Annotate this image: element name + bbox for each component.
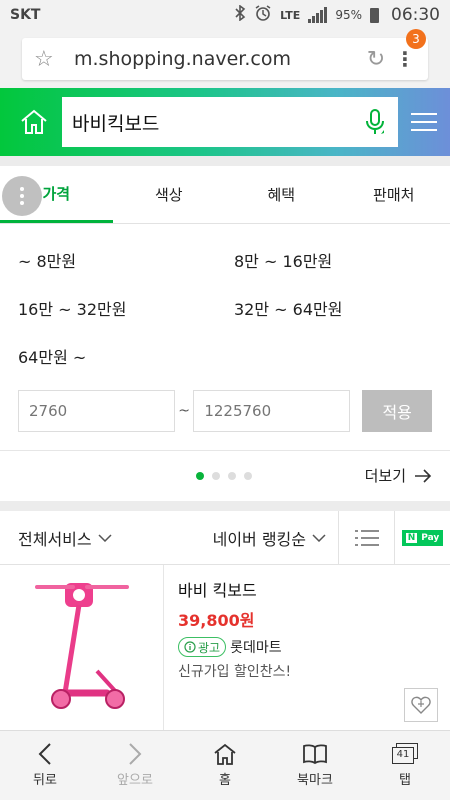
sort-bar: 전체서비스 네이버 랭킹순 N Pay xyxy=(0,510,450,565)
nav-bookmarks-label: 북마크 xyxy=(297,773,333,788)
reload-icon[interactable]: ↻ xyxy=(358,47,394,72)
product-name[interactable]: 바비 킥보드 xyxy=(178,577,436,601)
heart-plus-icon xyxy=(411,696,431,714)
home-icon xyxy=(214,743,236,765)
filter-tabs: 가격 색상 혜택 판매처 xyxy=(0,166,450,224)
carrier-name: SKT xyxy=(10,7,41,23)
price-option[interactable]: 64만원 ~ xyxy=(18,332,234,380)
ad-badge[interactable]: 광고 xyxy=(178,637,227,657)
search-input[interactable] xyxy=(72,111,362,133)
tab-benefit[interactable]: 혜택 xyxy=(225,166,338,223)
info-icon xyxy=(184,641,196,653)
max-price-input[interactable] xyxy=(193,390,351,432)
nav-forward-label: 앞으로 xyxy=(117,773,153,788)
more-label: 더보기 xyxy=(364,467,406,485)
npay-logo: N Pay xyxy=(401,529,444,546)
browser-toolbar: ☆ m.shopping.naver.com ↻ ⋮ 3 xyxy=(0,29,450,88)
min-price-input[interactable] xyxy=(18,390,175,432)
menu-hamburger-icon[interactable] xyxy=(406,113,442,131)
page-indicator xyxy=(196,472,252,480)
nav-tabs-label: 탭 xyxy=(399,773,411,788)
status-bar: SKT LTE 95% 06:30 xyxy=(0,0,450,30)
product-price: 39,800원 xyxy=(178,611,255,630)
tab-count: 41 xyxy=(392,747,414,764)
back-arrow-icon xyxy=(38,743,51,765)
microphone-icon[interactable] xyxy=(362,105,388,139)
tab-color[interactable]: 색상 xyxy=(113,166,226,223)
network-type: LTE xyxy=(280,8,301,22)
price-option[interactable]: 16만 ~ 32만원 xyxy=(18,284,234,332)
promo-text: 신규가입 할인찬스! xyxy=(178,664,292,680)
battery-percent: 95% xyxy=(335,8,362,22)
section-gap xyxy=(0,156,450,166)
search-header xyxy=(0,88,450,156)
price-filter: ~ 8만원 8만 ~ 16만원 16만 ~ 32만원 32만 ~ 64만원 64… xyxy=(0,224,450,432)
price-range: ~ 적용 xyxy=(18,390,432,432)
product-image[interactable] xyxy=(0,565,164,735)
notification-badge: 3 xyxy=(406,29,426,49)
bookmark-star-icon[interactable]: ☆ xyxy=(34,47,66,72)
battery-icon xyxy=(370,7,379,23)
address-bar[interactable]: ☆ m.shopping.naver.com ↻ ⋮ 3 xyxy=(22,29,428,80)
home-icon xyxy=(21,109,47,134)
arrow-right-icon xyxy=(415,468,432,483)
apply-button[interactable]: 적용 xyxy=(362,390,432,432)
service-filter-label: 전체서비스 xyxy=(18,529,92,549)
npay-filter-button[interactable]: N Pay xyxy=(394,510,450,565)
home-button[interactable] xyxy=(12,100,56,144)
chevron-down-icon xyxy=(312,533,326,542)
bookmark-book-icon xyxy=(303,744,327,765)
nav-back[interactable]: 뒤로 xyxy=(0,731,90,800)
range-separator: ~ xyxy=(178,403,191,419)
url-text[interactable]: m.shopping.naver.com xyxy=(66,48,358,70)
tabs-icon: 41 xyxy=(392,743,418,765)
search-box[interactable] xyxy=(62,97,398,147)
nav-tabs[interactable]: 41 탭 xyxy=(360,731,450,800)
ranking-label: 네이버 랭킹순 xyxy=(212,529,306,549)
section-gap xyxy=(0,501,450,511)
bottom-navigation: 뒤로 앞으로 홈 북마크 41 탭 xyxy=(0,730,450,800)
more-button[interactable]: 더보기 xyxy=(365,465,432,486)
clock: 06:30 xyxy=(391,5,440,25)
alarm-icon xyxy=(254,4,272,26)
nav-forward[interactable]: 앞으로 xyxy=(90,731,180,800)
service-filter-dropdown[interactable]: 전체서비스 xyxy=(0,526,190,550)
tab-seller[interactable]: 판매처 xyxy=(338,166,450,223)
more-row: 더보기 xyxy=(0,451,450,501)
bluetooth-icon xyxy=(234,4,246,25)
nav-bookmarks[interactable]: 북마크 xyxy=(270,731,360,800)
signal-icon xyxy=(308,7,328,23)
ad-label: 광고 xyxy=(198,640,221,655)
list-view-icon xyxy=(354,529,379,546)
nav-home[interactable]: 홈 xyxy=(180,731,270,800)
product-card[interactable]: 바비 킥보드 39,800원 광고 롯데마트 신규가입 할인찬스! xyxy=(0,565,450,735)
seller-name[interactable]: 롯데마트 xyxy=(230,637,282,657)
price-option[interactable]: 32만 ~ 64만원 xyxy=(234,284,434,332)
seller-row: 광고 롯데마트 xyxy=(178,637,436,657)
chevron-down-icon xyxy=(98,533,112,542)
nav-home-label: 홈 xyxy=(219,773,231,788)
price-option[interactable]: ~ 8만원 xyxy=(18,236,234,284)
list-view-button[interactable] xyxy=(338,510,394,565)
nav-back-label: 뒤로 xyxy=(33,773,57,788)
ranking-dropdown[interactable]: 네이버 랭킹순 xyxy=(190,526,338,550)
kickboard-image xyxy=(34,583,129,709)
forward-arrow-icon xyxy=(129,743,142,765)
wishlist-button[interactable] xyxy=(404,688,438,722)
browser-menu-icon[interactable]: ⋮ 3 xyxy=(394,29,426,71)
floating-more-icon[interactable] xyxy=(2,176,42,216)
price-option[interactable]: 8만 ~ 16만원 xyxy=(234,236,434,284)
npay-label: Pay xyxy=(421,532,440,543)
